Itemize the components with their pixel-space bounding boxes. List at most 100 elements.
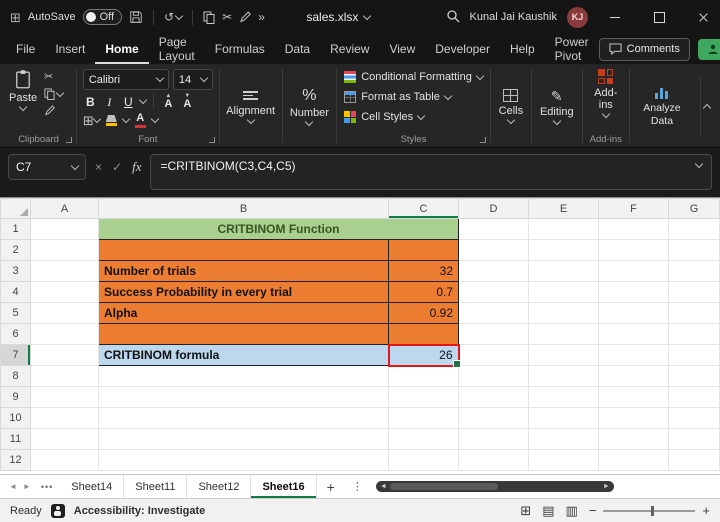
cell-C2[interactable] xyxy=(388,239,459,261)
cell[interactable] xyxy=(388,365,459,387)
cell[interactable] xyxy=(598,428,669,450)
row-header-8[interactable]: 8 xyxy=(0,365,31,387)
column-header-F[interactable]: F xyxy=(598,198,669,219)
column-header-G[interactable]: G xyxy=(668,198,720,219)
name-box[interactable]: C7 xyxy=(8,154,86,180)
dialog-launcher-icon[interactable] xyxy=(208,137,215,143)
insert-function-button[interactable]: fx xyxy=(132,159,141,175)
tab-page-layout[interactable]: Page Layout xyxy=(149,34,205,64)
cell[interactable] xyxy=(98,428,389,450)
cell[interactable] xyxy=(528,449,599,471)
maximize-button[interactable] xyxy=(642,0,676,34)
row-header-4[interactable]: 4 xyxy=(0,281,31,303)
cell[interactable] xyxy=(528,218,599,240)
cells-button[interactable]: Cells xyxy=(494,87,529,125)
row-header-1[interactable]: 1 xyxy=(0,218,31,240)
column-header-C[interactable]: C xyxy=(388,198,459,219)
sheet-tab-sheet12[interactable]: Sheet12 xyxy=(187,475,252,498)
row-header-5[interactable]: 5 xyxy=(0,302,31,324)
addins-button[interactable]: Add-ins xyxy=(585,67,626,119)
cell[interactable] xyxy=(668,239,720,261)
tab-formulas[interactable]: Formulas xyxy=(205,34,275,64)
sheet-tab-sheet11[interactable]: Sheet11 xyxy=(124,475,188,498)
tab-view[interactable]: View xyxy=(379,34,425,64)
avatar[interactable]: KJ xyxy=(567,6,588,28)
cell[interactable] xyxy=(458,365,529,387)
cell[interactable] xyxy=(528,260,599,282)
save-button[interactable] xyxy=(129,10,143,24)
cell[interactable] xyxy=(98,449,389,471)
column-header-A[interactable]: A xyxy=(30,198,99,219)
autosave-toggle[interactable]: Off xyxy=(82,9,123,25)
tab-data[interactable]: Data xyxy=(275,34,320,64)
cell[interactable] xyxy=(30,344,99,366)
normal-view-icon[interactable]: ⊞ xyxy=(520,504,531,517)
chevron-down-icon[interactable] xyxy=(121,114,130,124)
font-color-button[interactable]: A xyxy=(133,113,148,128)
column-header-D[interactable]: D xyxy=(458,198,529,219)
italic-button[interactable]: I xyxy=(102,94,117,109)
cell[interactable] xyxy=(30,323,99,345)
row-header-6[interactable]: 6 xyxy=(0,323,31,345)
close-button[interactable] xyxy=(686,0,720,34)
tab-scroll-left-icon[interactable]: ◄ xyxy=(6,482,20,491)
cell[interactable] xyxy=(458,218,529,240)
cell[interactable] xyxy=(598,239,669,261)
cell[interactable] xyxy=(668,344,720,366)
zoom-in-button[interactable]: + xyxy=(702,504,710,517)
editing-button[interactable]: ✎ Editing xyxy=(535,87,579,126)
cell[interactable] xyxy=(668,281,720,303)
format-painter-button[interactable] xyxy=(239,11,252,23)
fill-color-button[interactable] xyxy=(104,113,119,128)
tab-insert[interactable]: Insert xyxy=(45,34,95,64)
new-sheet-button[interactable]: + xyxy=(317,479,345,495)
cell[interactable] xyxy=(458,302,529,324)
analyze-data-button[interactable]: Analyze Data xyxy=(633,83,691,128)
cell-B3[interactable]: Number of trials xyxy=(98,260,389,282)
cell[interactable] xyxy=(458,449,529,471)
expand-formula-bar-chevron[interactable] xyxy=(694,159,704,169)
tab-options-kebab-icon[interactable]: ⋮ xyxy=(345,480,370,493)
cell[interactable] xyxy=(598,260,669,282)
format-painter-button[interactable] xyxy=(44,105,63,116)
cell-B2[interactable] xyxy=(98,239,389,261)
app-launcher-icon[interactable]: ⊞ xyxy=(10,11,21,24)
cell[interactable] xyxy=(528,323,599,345)
zoom-slider[interactable] xyxy=(603,505,696,516)
grow-font-button[interactable]: ▲ A xyxy=(161,93,176,110)
cell[interactable] xyxy=(458,407,529,429)
dialog-launcher-icon[interactable] xyxy=(479,137,486,143)
ribbon-collapse-chevron[interactable] xyxy=(702,103,712,112)
cell[interactable] xyxy=(668,386,720,408)
zoom-out-button[interactable]: − xyxy=(589,504,597,517)
row-header-11[interactable]: 11 xyxy=(0,428,31,450)
user-name[interactable]: Kunal Jai Kaushik xyxy=(470,11,557,23)
cell[interactable] xyxy=(598,218,669,240)
cell[interactable] xyxy=(458,281,529,303)
cell-C3[interactable]: 32 xyxy=(388,260,459,282)
cell[interactable] xyxy=(598,281,669,303)
cell[interactable] xyxy=(668,218,720,240)
cell[interactable] xyxy=(668,407,720,429)
tab-review[interactable]: Review xyxy=(320,34,379,64)
cell[interactable] xyxy=(458,386,529,408)
copy-button[interactable] xyxy=(44,88,65,100)
tab-scroll-right-icon[interactable]: ► xyxy=(20,482,34,491)
cell[interactable] xyxy=(598,365,669,387)
cell[interactable] xyxy=(98,365,389,387)
select-all-corner[interactable] xyxy=(0,198,31,219)
cell[interactable] xyxy=(98,386,389,408)
tab-power-pivot[interactable]: Power Pivot xyxy=(545,34,599,64)
cell[interactable] xyxy=(30,239,99,261)
cell-B6[interactable] xyxy=(98,323,389,345)
cell[interactable] xyxy=(30,449,99,471)
cell-B5[interactable]: Alpha xyxy=(98,302,389,324)
cell[interactable] xyxy=(528,428,599,450)
scroll-left-icon[interactable]: ◄ xyxy=(380,483,387,490)
cancel-entry-icon[interactable]: × xyxy=(95,160,102,174)
cell-B1-title[interactable]: CRITBINOM Function xyxy=(98,218,459,240)
cell[interactable] xyxy=(458,323,529,345)
formula-input[interactable]: =CRITBINOM(C3,C4,C5) xyxy=(150,154,712,190)
cell[interactable] xyxy=(598,386,669,408)
borders-button[interactable]: ⊞ xyxy=(83,113,101,128)
